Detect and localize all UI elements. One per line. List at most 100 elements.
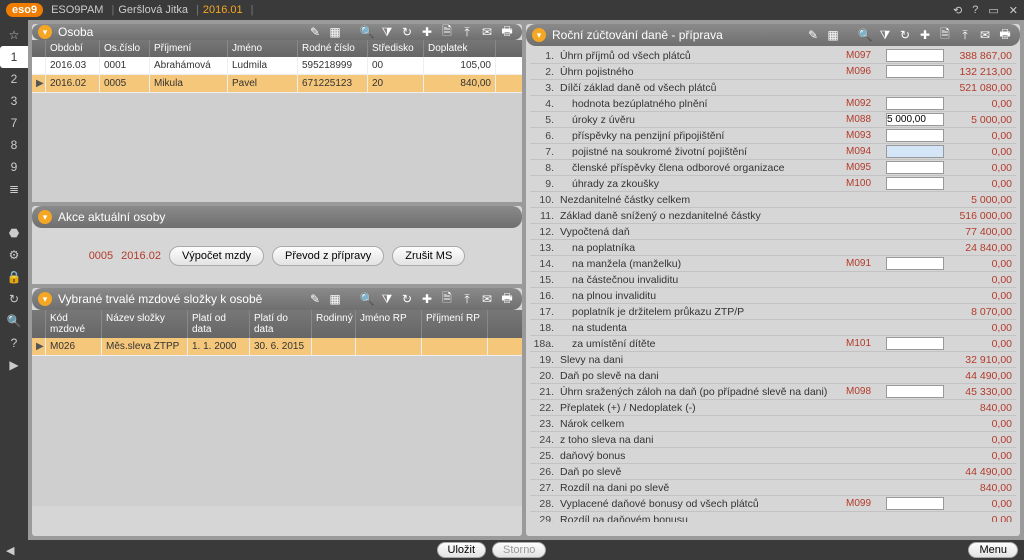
doc-icon[interactable]: 🗎	[438, 24, 456, 40]
row-input[interactable]	[886, 49, 944, 62]
row-input[interactable]	[886, 161, 944, 174]
sidebar-item[interactable]: ☆	[0, 24, 28, 46]
row-code[interactable]: M099	[846, 498, 886, 509]
period-link[interactable]: 2016.02	[121, 250, 161, 262]
edit-icon[interactable]: ✎	[306, 24, 324, 40]
search-icon[interactable]: 🔍	[358, 291, 376, 307]
row-input[interactable]	[886, 177, 944, 190]
filter-icon[interactable]: ⧩	[876, 27, 894, 43]
mail-icon[interactable]: ✉	[478, 24, 496, 40]
export-icon[interactable]: ⤒	[956, 27, 974, 43]
row-input[interactable]	[886, 385, 944, 398]
row-code[interactable]: M094	[846, 146, 886, 157]
breadcrumb-item-active[interactable]: 2016.01	[203, 4, 243, 16]
vypocet-button[interactable]: Výpočet mzdy	[169, 246, 264, 266]
print-icon[interactable]: 🖶	[498, 24, 516, 40]
filter-icon[interactable]: ⧩	[378, 24, 396, 40]
sidebar-item[interactable]: 7	[0, 112, 28, 134]
collapse-icon[interactable]: ▾	[38, 292, 52, 306]
row-code[interactable]: M088	[846, 114, 886, 125]
column-header[interactable]: Rodné číslo	[298, 40, 368, 57]
row-code[interactable]: M091	[846, 258, 886, 269]
table-row[interactable]: ▶M026Měs.sleva ZTPP1. 1. 200030. 6. 2015	[32, 338, 522, 356]
sidebar-item[interactable]: 9	[0, 156, 28, 178]
column-header[interactable]: Jméno	[228, 40, 298, 57]
column-header[interactable]: Jméno RP	[356, 310, 422, 338]
row-input[interactable]	[886, 113, 944, 126]
refresh-icon[interactable]: ↻	[398, 24, 416, 40]
osoba-grid[interactable]: ObdobíOs.čísloPříjmeníJménoRodné čísloSt…	[32, 40, 522, 93]
refresh-icon[interactable]: ↻	[398, 291, 416, 307]
sidebar-item[interactable]: ↻	[0, 288, 28, 310]
save-button[interactable]: Uložit	[437, 542, 487, 558]
prevod-button[interactable]: Převod z přípravy	[272, 246, 384, 266]
search-icon[interactable]: 🔍	[358, 24, 376, 40]
grid-icon[interactable]: ▦	[326, 24, 344, 40]
skladky-grid[interactable]: Kód mzdovéNázev složkyPlatí od dataPlatí…	[32, 310, 522, 356]
sidebar-item[interactable]: ▶	[0, 354, 28, 376]
sidebar-item[interactable]: 2	[0, 68, 28, 90]
column-header[interactable]: Středisko	[368, 40, 424, 57]
close-icon[interactable]: ✕	[1009, 4, 1018, 17]
column-header[interactable]: Platí od data	[188, 310, 250, 338]
cancel-button[interactable]: Storno	[492, 542, 546, 558]
row-input[interactable]	[886, 337, 944, 350]
column-header[interactable]: Období	[46, 40, 100, 57]
breadcrumb-item[interactable]: ESO9PAM	[51, 4, 103, 16]
tax-body[interactable]: 1.Úhrn příjmů od všech plátcůM097388 867…	[526, 46, 1020, 522]
window-icon[interactable]: ▭	[988, 4, 998, 17]
row-code[interactable]: M096	[846, 66, 886, 77]
edit-icon[interactable]: ✎	[804, 27, 822, 43]
sync-icon[interactable]: ⟲	[953, 4, 962, 17]
sidebar-item[interactable]: ⚙	[0, 244, 28, 266]
mail-icon[interactable]: ✉	[976, 27, 994, 43]
zrusit-button[interactable]: Zrušit MS	[392, 246, 465, 266]
help-icon[interactable]: ?	[972, 4, 978, 17]
column-header[interactable]: Příjmení	[150, 40, 228, 57]
sidebar-item[interactable]	[0, 200, 28, 222]
doc-icon[interactable]: 🗎	[936, 27, 954, 43]
mail-icon[interactable]: ✉	[478, 291, 496, 307]
sidebar-item[interactable]: ?	[0, 332, 28, 354]
filter-icon[interactable]: ⧩	[378, 291, 396, 307]
column-header[interactable]: Doplatek	[424, 40, 496, 57]
collapse-icon[interactable]: ▾	[38, 25, 52, 39]
add-icon[interactable]: ✚	[418, 24, 436, 40]
print-icon[interactable]: 🖶	[996, 27, 1014, 43]
doc-icon[interactable]: 🗎	[438, 291, 456, 307]
sidebar-item[interactable]: 1	[0, 46, 28, 68]
row-input[interactable]	[886, 129, 944, 142]
print-icon[interactable]: 🖶	[498, 291, 516, 307]
sidebar-item[interactable]: ⬣	[0, 222, 28, 244]
column-header[interactable]: Platí do data	[250, 310, 312, 338]
row-input[interactable]	[886, 65, 944, 78]
add-icon[interactable]: ✚	[418, 291, 436, 307]
column-header[interactable]: Příjmení RP	[422, 310, 488, 338]
column-header[interactable]: Os.číslo	[100, 40, 150, 57]
row-code[interactable]: M092	[846, 98, 886, 109]
row-code[interactable]: M095	[846, 162, 886, 173]
column-header[interactable]: Název složky	[102, 310, 188, 338]
search-icon[interactable]: 🔍	[856, 27, 874, 43]
export-icon[interactable]: ⤒	[458, 24, 476, 40]
row-code[interactable]: M100	[846, 178, 886, 189]
grid-icon[interactable]: ▦	[824, 27, 842, 43]
collapse-icon[interactable]: ▾	[532, 28, 546, 42]
sidebar-item[interactable]: 8	[0, 134, 28, 156]
sidebar-item[interactable]: 🔍	[0, 310, 28, 332]
refresh-icon[interactable]: ↻	[896, 27, 914, 43]
row-code[interactable]: M093	[846, 130, 886, 141]
add-icon[interactable]: ✚	[916, 27, 934, 43]
grid-icon[interactable]: ▦	[326, 291, 344, 307]
collapse-icon[interactable]: ▾	[38, 210, 52, 224]
chevron-left-icon[interactable]: ◀	[6, 544, 14, 557]
sidebar-item[interactable]: 3	[0, 90, 28, 112]
export-icon[interactable]: ⤒	[458, 291, 476, 307]
table-row[interactable]: ▶2016.020005MikulaPavel67122512320840,00	[32, 75, 522, 93]
table-row[interactable]: 2016.030001AbrahámováLudmila595218999001…	[32, 57, 522, 75]
row-input[interactable]	[886, 145, 944, 158]
row-input[interactable]	[886, 497, 944, 510]
edit-icon[interactable]: ✎	[306, 291, 324, 307]
row-input[interactable]	[886, 97, 944, 110]
row-code[interactable]: M101	[846, 338, 886, 349]
